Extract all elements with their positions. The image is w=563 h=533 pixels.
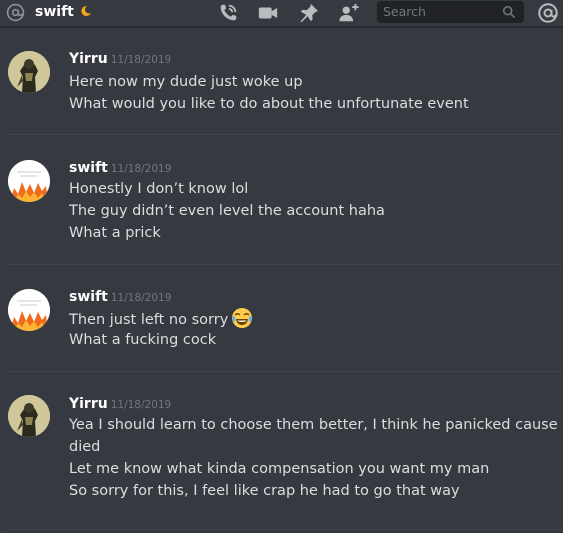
author-name[interactable]: swift xyxy=(69,160,108,176)
avatar[interactable] xyxy=(8,395,50,437)
yirru-avatar xyxy=(8,51,50,93)
author-name[interactable]: Yirru xyxy=(69,396,108,412)
message-line: died xyxy=(69,439,101,455)
moon-icon xyxy=(81,5,91,16)
joy-emoji xyxy=(232,308,253,328)
author-name[interactable]: Yirru xyxy=(69,51,108,67)
at-icon xyxy=(6,3,25,22)
yirru-avatar xyxy=(8,395,50,437)
pin-icon[interactable] xyxy=(298,2,320,24)
message-timestamp: 11/18/2019 xyxy=(110,163,172,175)
video-camera-icon[interactable] xyxy=(257,2,279,24)
message-line: Yea I should learn to choose them better… xyxy=(69,417,563,433)
message-divider xyxy=(8,134,563,135)
avatar[interactable] xyxy=(8,160,50,202)
avatar[interactable] xyxy=(8,289,50,331)
message-line: So sorry for this, I feel like crap he h… xyxy=(69,483,460,499)
add-user-icon[interactable] xyxy=(338,2,360,24)
message-divider xyxy=(8,264,563,265)
message-line: What would you like to do about the unfo… xyxy=(69,96,469,112)
message-author[interactable]: Yirru 11/18/2019 xyxy=(69,395,171,414)
message-line: What a prick xyxy=(69,225,161,241)
message-author[interactable]: Yirru 11/18/2019 xyxy=(69,50,171,69)
avatar[interactable] xyxy=(8,51,50,93)
message-author[interactable]: swift 11/18/2019 xyxy=(69,159,171,178)
swift-avatar xyxy=(8,289,50,331)
message-line: Then just left no sorry xyxy=(69,307,549,331)
message-timestamp: 11/18/2019 xyxy=(110,399,172,411)
swift-avatar xyxy=(8,160,50,202)
message-line: Here now my dude just woke up xyxy=(69,74,303,90)
channel-header: swift Search xyxy=(0,0,563,27)
message-divider xyxy=(8,371,563,372)
search-input[interactable]: Search xyxy=(377,1,524,23)
message-text: Then just left no sorry xyxy=(69,312,229,328)
message-line: Let me know what kinda compensation you … xyxy=(69,461,490,477)
search-icon xyxy=(502,5,516,19)
message-divider xyxy=(8,529,563,530)
search-placeholder: Search xyxy=(383,4,426,19)
message-line: Honestly I don’t know lol xyxy=(69,181,249,197)
mention-icon[interactable] xyxy=(537,2,559,24)
message-line: The guy didn’t even level the account ha… xyxy=(69,203,385,219)
message-timestamp: 11/18/2019 xyxy=(110,54,172,66)
channel-name: swift xyxy=(35,4,74,20)
author-name[interactable]: swift xyxy=(69,289,108,305)
message-line: What a fucking cock xyxy=(69,332,217,348)
message-author[interactable]: swift 11/18/2019 xyxy=(69,288,171,307)
phone-call-icon[interactable] xyxy=(217,2,239,24)
message-timestamp: 11/18/2019 xyxy=(110,292,172,304)
